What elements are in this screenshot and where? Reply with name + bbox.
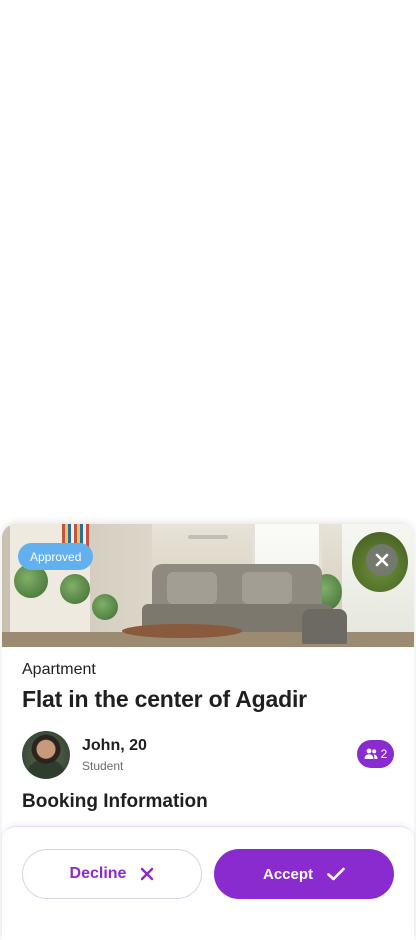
- decline-button[interactable]: Decline: [22, 849, 202, 899]
- accept-label: Accept: [262, 865, 314, 883]
- listing-type: Apartment: [22, 661, 96, 678]
- guest-count-badge: 2: [357, 740, 394, 768]
- check-icon: [327, 867, 345, 881]
- close-icon: [140, 867, 154, 881]
- host-avatar: [22, 731, 70, 779]
- guest-count: 2: [380, 747, 388, 761]
- screen: Approved Apartment Flat in the center of…: [0, 0, 416, 940]
- listing-title: Flat in the center of Agadir: [22, 686, 307, 712]
- status-badge: Approved: [18, 543, 94, 570]
- sheet-drag-handle[interactable]: [188, 535, 228, 539]
- action-bar: Decline Accept: [2, 826, 414, 940]
- host-name: John, 20: [82, 737, 147, 754]
- accept-button[interactable]: Accept: [214, 849, 394, 899]
- people-icon: [364, 748, 378, 760]
- decline-label: Decline: [69, 865, 127, 882]
- listing-photo: Approved: [2, 524, 414, 647]
- host-role: Student: [82, 759, 124, 773]
- booking-information-heading: Booking Information: [22, 791, 208, 812]
- close-icon: [374, 552, 390, 568]
- close-button[interactable]: [366, 544, 398, 576]
